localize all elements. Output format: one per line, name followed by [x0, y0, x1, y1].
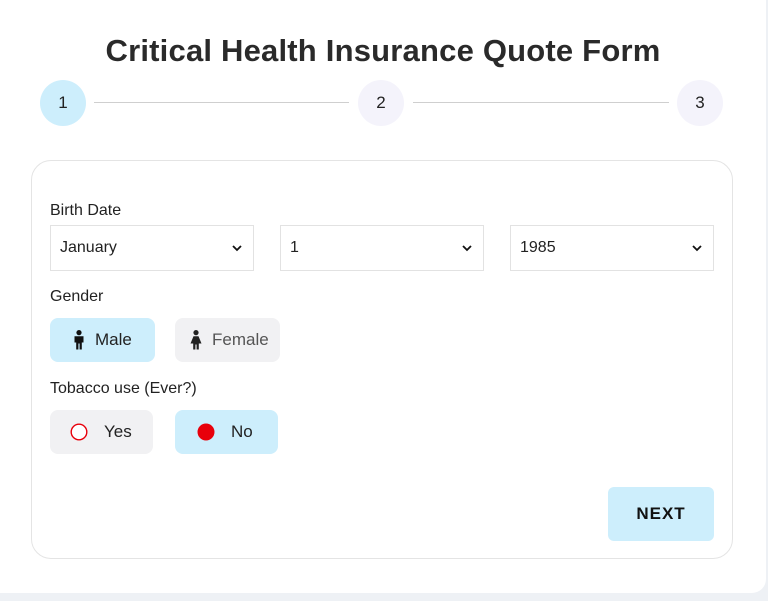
birth-month-value: January — [60, 239, 117, 256]
female-icon — [190, 330, 202, 350]
birth-month-select[interactable]: January — [50, 225, 254, 271]
gender-male-label: Male — [95, 330, 132, 349]
progress-stepper: 1 2 3 — [0, 80, 766, 126]
next-button[interactable]: NEXT — [608, 487, 714, 541]
birth-year-value: 1985 — [520, 239, 556, 256]
tobacco-no-label: No — [231, 422, 253, 441]
tobacco-label: Tobacco use (Ever?) — [50, 380, 197, 397]
step-3-label: 3 — [695, 93, 705, 112]
step-1[interactable]: 1 — [40, 80, 86, 126]
chevron-down-icon — [692, 245, 702, 252]
birth-day-value: 1 — [290, 239, 299, 256]
chevron-down-icon — [232, 245, 242, 252]
page: Critical Health Insurance Quote Form 1 2… — [0, 0, 766, 593]
gender-female-button[interactable]: Female — [175, 318, 280, 362]
step-3[interactable]: 3 — [677, 80, 723, 126]
quote-form-card: Birth Date January 1 1985 Gender Male Fe… — [31, 160, 733, 559]
gender-female-label: Female — [212, 330, 269, 349]
tobacco-no-option[interactable]: No — [175, 410, 278, 454]
step-2-label: 2 — [376, 93, 386, 112]
male-icon — [74, 330, 84, 350]
chevron-down-icon — [462, 245, 472, 252]
tobacco-yes-option[interactable]: Yes — [50, 410, 153, 454]
radio-checked-icon — [197, 423, 215, 441]
step-connector-2 — [413, 102, 669, 103]
gender-label: Gender — [50, 288, 104, 305]
tobacco-yes-label: Yes — [104, 422, 132, 441]
page-title: Critical Health Insurance Quote Form — [105, 33, 661, 68]
step-2[interactable]: 2 — [358, 80, 404, 126]
gender-male-button[interactable]: Male — [50, 318, 155, 362]
step-connector-1 — [94, 102, 349, 103]
radio-unchecked-icon — [70, 423, 88, 441]
birth-day-select[interactable]: 1 — [280, 225, 484, 271]
step-1-label: 1 — [58, 93, 68, 112]
birth-date-label: Birth Date — [50, 202, 122, 219]
birth-year-select[interactable]: 1985 — [510, 225, 714, 271]
